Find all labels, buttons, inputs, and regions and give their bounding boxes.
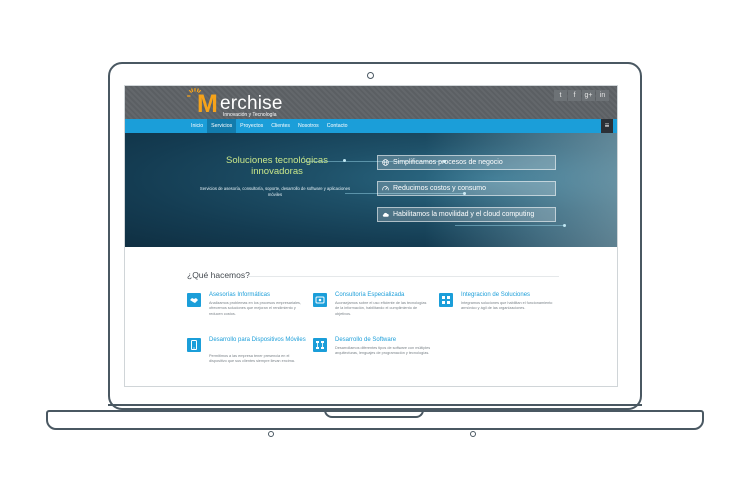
- nav-item-nosotros[interactable]: Nosotros: [294, 119, 323, 133]
- linkedin-icon[interactable]: in: [596, 90, 609, 101]
- cloud-icon: [382, 212, 389, 217]
- hero-button-label: Habilitamos la movilidad y el cloud comp…: [393, 211, 535, 218]
- webcam-icon: [367, 72, 374, 79]
- service-title[interactable]: Consultoría Especializada: [335, 292, 435, 299]
- service-description: Desarrollamos diferentes tipos de softwa…: [335, 346, 431, 356]
- service-title[interactable]: Asesorías Informáticas: [209, 292, 309, 299]
- service-title[interactable]: Integracion de Soluciones: [461, 292, 561, 299]
- logo-letter-m: M: [197, 90, 218, 118]
- service-title[interactable]: Desarrollo de Software: [335, 337, 435, 344]
- section-heading: ¿Qué hacemos?: [187, 270, 250, 280]
- main-nav: Inicio Servicios Proyectos Clientes Noso…: [125, 119, 617, 133]
- consulting-icon: [313, 293, 327, 307]
- social-links: t f g+ in: [554, 90, 609, 101]
- integration-icon: [439, 293, 453, 307]
- service-description: Permitimos a las empresa tener presencia…: [209, 354, 295, 364]
- hero-button-simplify[interactable]: Simplificamos procesos de negocio: [377, 155, 556, 170]
- service-description: Aconsejamos sobre el uso eficiente de la…: [335, 301, 427, 316]
- hero-subtitle: Servicios de asesoría, consultoría, sopo…: [199, 186, 351, 197]
- hero-button-mobility[interactable]: Habilitamos la movilidad y el cloud comp…: [377, 207, 556, 222]
- service-title[interactable]: Desarrollo para Dispositivos Móviles: [209, 337, 309, 344]
- hero-title: Soluciones tecnológicas innovadoras: [226, 155, 328, 177]
- hamburger-menu-icon[interactable]: ≡: [601, 119, 613, 133]
- facebook-icon[interactable]: f: [568, 90, 581, 101]
- speedometer-icon: [382, 185, 389, 191]
- network-node: [563, 224, 566, 227]
- foot-dot-icon: [470, 431, 476, 437]
- foot-dot-icon: [268, 431, 274, 437]
- logo-tagline: Innovación y Tecnología: [223, 112, 277, 118]
- website-screen: M erchise Innovación y Tecnología t f g+…: [124, 85, 618, 387]
- site-header: M erchise Innovación y Tecnología t f g+…: [125, 86, 617, 119]
- nav-item-inicio[interactable]: Inicio: [187, 119, 207, 133]
- laptop-notch: [324, 410, 424, 418]
- screen-bezel-bottom: [108, 404, 642, 406]
- handshake-icon: [187, 293, 201, 307]
- service-description: Analizamos problemas en los procesos emp…: [209, 301, 302, 316]
- hero-button-reduce[interactable]: Reducimos costos y consumo: [377, 181, 556, 196]
- section-divider: [247, 276, 559, 277]
- hero-button-label: Reducimos costos y consumo: [393, 185, 486, 192]
- globe-icon: [382, 158, 389, 166]
- nav-item-clientes[interactable]: Clientes: [267, 119, 294, 133]
- mobile-icon: [187, 338, 201, 352]
- hero-banner: Soluciones tecnológicas innovadoras Serv…: [125, 133, 617, 247]
- nav-item-contacto[interactable]: Contacto: [323, 119, 352, 133]
- service-description: Integramos soluciones que habilitan el f…: [461, 301, 553, 311]
- nav-item-servicios[interactable]: Servicios: [207, 119, 237, 133]
- network-line: [455, 225, 565, 226]
- software-icon: [313, 338, 327, 352]
- hero-button-label: Simplificamos procesos de negocio: [393, 159, 503, 166]
- google-plus-icon[interactable]: g+: [582, 90, 595, 101]
- twitter-icon[interactable]: t: [554, 90, 567, 101]
- nav-item-proyectos[interactable]: Proyectos: [236, 119, 267, 133]
